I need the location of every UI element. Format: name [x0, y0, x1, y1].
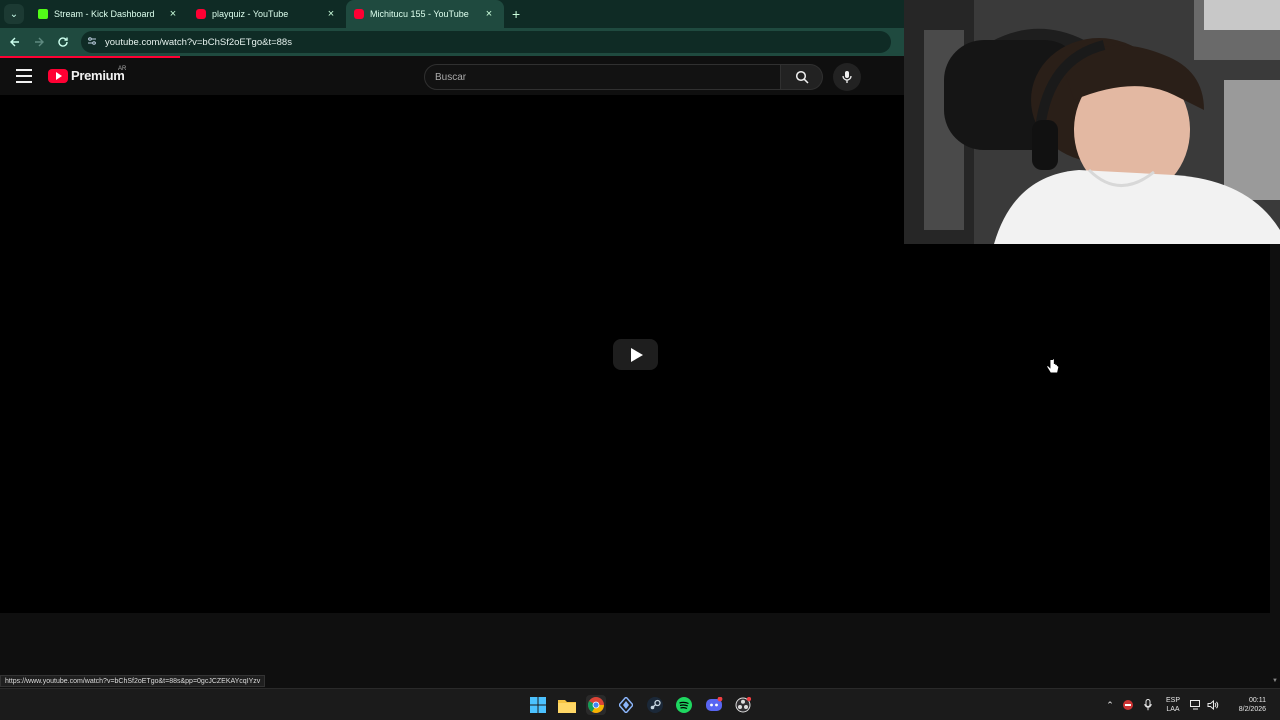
search-input[interactable]: Buscar [424, 64, 781, 90]
tab-kick-dashboard[interactable]: Stream - Kick Dashboard × [30, 0, 188, 28]
microphone-tray-icon[interactable] [1138, 699, 1158, 711]
chrome-icon[interactable] [586, 695, 606, 715]
address-bar[interactable]: youtube.com/watch?v=bChSf2oETgo&t=88s [81, 31, 891, 53]
file-explorer-icon[interactable] [557, 695, 577, 715]
tab-michitucu[interactable]: Michitucu 155 - YouTube × [346, 0, 504, 28]
steam-icon[interactable] [645, 695, 665, 715]
language-line2: LAA [1166, 706, 1180, 713]
language-line1: ESP [1165, 697, 1180, 704]
tab-title: playquiz - YouTube [212, 9, 289, 19]
app-icon[interactable] [616, 695, 636, 715]
clock-date: 8/2/2026 [1238, 706, 1266, 713]
back-button[interactable] [3, 30, 27, 54]
tab-title: Michitucu 155 - YouTube [370, 9, 469, 19]
windows-taskbar: ⌃ ESP LAA 00:11 8/2/2026 [0, 688, 1280, 720]
browser-toolbar: youtube.com/watch?v=bChSf2oETgo&t=88s [0, 28, 904, 56]
obs-icon[interactable] [733, 695, 753, 715]
tab-playquiz[interactable]: playquiz - YouTube × [188, 0, 346, 28]
reload-icon [58, 37, 68, 47]
kick-icon [38, 9, 48, 19]
hamburger-menu-icon[interactable] [16, 69, 32, 83]
language-indicator[interactable]: ESP LAA [1158, 696, 1188, 714]
close-icon[interactable]: × [166, 8, 180, 20]
hand-cursor-icon [1046, 358, 1060, 374]
forward-button[interactable] [27, 30, 51, 54]
webcam-overlay [904, 0, 1280, 244]
url-text: youtube.com/watch?v=bChSf2oETgo&t=88s [105, 36, 292, 48]
clock[interactable]: 00:11 8/2/2026 [1222, 696, 1270, 714]
chevron-up-icon[interactable]: ⌃ [1102, 700, 1118, 711]
search-icon [795, 70, 809, 84]
system-tray: ⌃ ESP LAA 00:11 8/2/2026 [1102, 689, 1270, 720]
new-tab-button[interactable]: + [512, 6, 520, 22]
screen: ⌄ Stream - Kick Dashboard × playquiz - Y… [0, 0, 1280, 720]
search-box: Buscar [424, 64, 823, 90]
close-icon[interactable]: × [324, 8, 338, 20]
scroll-down-arrow-icon[interactable]: ▼ [1272, 678, 1278, 684]
youtube-icon [196, 9, 206, 19]
youtube-icon [354, 9, 364, 19]
browser-tab-bar: ⌄ Stream - Kick Dashboard × playquiz - Y… [0, 0, 904, 28]
site-info-icon[interactable] [87, 36, 99, 48]
clock-time: 00:11 [1249, 697, 1266, 704]
network-icon[interactable] [1188, 700, 1204, 710]
play-button[interactable] [613, 339, 658, 370]
volume-icon[interactable] [1204, 700, 1222, 710]
reload-button[interactable] [51, 30, 75, 54]
webcam-person-image [904, 0, 1280, 244]
discord-icon[interactable] [704, 695, 724, 715]
microphone-icon [842, 71, 852, 83]
link-hover-status: https://www.youtube.com/watch?v=bChSf2oE… [0, 675, 266, 687]
arrow-left-icon [10, 37, 19, 47]
spotify-icon[interactable] [674, 695, 694, 715]
arrow-right-icon [35, 37, 44, 47]
region-code: AR [118, 66, 127, 72]
tab-search-button[interactable]: ⌄ [4, 4, 24, 24]
voice-search-button[interactable] [833, 63, 861, 91]
youtube-premium-logo[interactable]: Premium [48, 68, 125, 83]
tray-app-icon[interactable] [1118, 699, 1138, 711]
tab-title: Stream - Kick Dashboard [54, 9, 155, 19]
windows-start-icon[interactable] [528, 695, 548, 715]
close-icon[interactable]: × [482, 8, 496, 20]
logo-text: Premium [71, 68, 125, 83]
search-button[interactable] [781, 64, 823, 90]
youtube-logo-icon [48, 68, 68, 83]
chevron-down-icon: ⌄ [9, 8, 19, 20]
